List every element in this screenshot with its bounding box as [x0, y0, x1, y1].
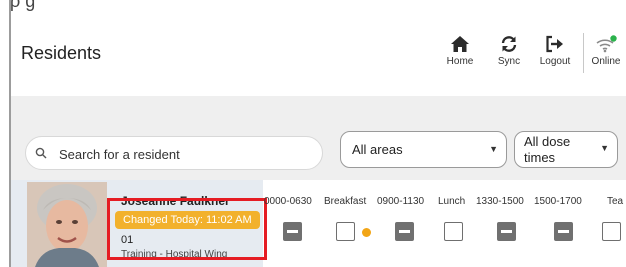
resident-row[interactable]: Joseanne Faulkner Changed Today: 11:02 A…	[11, 180, 626, 267]
home-label: Home	[446, 56, 474, 67]
search-input[interactable]: Search for a resident	[25, 136, 323, 170]
slot-label: Lunch	[438, 196, 466, 207]
search-placeholder: Search for a resident	[59, 147, 180, 162]
wifi-icon	[596, 35, 617, 53]
cropped-top-text: ρ g	[10, 0, 36, 11]
chevron-down-icon: ▼	[600, 143, 609, 153]
area-select[interactable]: All areas ▼	[340, 131, 507, 168]
online-dot	[610, 35, 617, 42]
sync-label: Sync	[497, 56, 521, 67]
slot-label: 1500-1700	[534, 196, 582, 207]
sync-button[interactable]: Sync	[487, 35, 531, 67]
slot-label: 1330-1500	[476, 196, 524, 207]
dose-pending-checkbox[interactable]	[336, 222, 355, 241]
avatar	[27, 182, 107, 267]
home-button[interactable]: Home	[438, 35, 482, 67]
residents-screen: ρ g Residents Home Sync Logout Online Se…	[0, 0, 626, 267]
logout-label: Logout	[539, 56, 571, 67]
logout-icon	[546, 35, 563, 53]
chevron-down-icon: ▼	[489, 144, 498, 154]
home-icon	[451, 36, 469, 52]
online-status[interactable]: Online	[586, 35, 626, 67]
dose-times-value-line2: times	[524, 150, 556, 165]
resident-photo	[27, 182, 107, 267]
slot-label: Breakfast	[324, 196, 367, 207]
pending-dot	[362, 228, 371, 237]
resident-info: Joseanne Faulkner Changed Today: 11:02 A…	[11, 180, 267, 267]
search-icon	[35, 147, 47, 159]
logout-button[interactable]: Logout	[533, 35, 577, 67]
slot-label: 0000-0630	[264, 196, 312, 207]
dose-given-checkbox[interactable]	[497, 222, 516, 241]
app-header: Residents Home Sync Logout Online	[11, 12, 626, 96]
dose-pending-checkbox[interactable]	[602, 222, 621, 241]
online-label: Online	[591, 56, 621, 67]
dose-pending-checkbox[interactable]	[444, 222, 463, 241]
dose-times-value-line1: All dose	[524, 134, 571, 149]
filter-bar: Search for a resident All areas ▼ All do…	[11, 96, 626, 180]
highlight-box	[107, 198, 267, 260]
dose-given-checkbox[interactable]	[395, 222, 414, 241]
page-title: Residents	[21, 43, 102, 63]
sync-icon	[501, 36, 517, 52]
slot-label: Tea	[607, 196, 624, 207]
area-select-value: All areas	[352, 142, 403, 157]
dose-given-checkbox[interactable]	[554, 222, 573, 241]
dose-times-select[interactable]: All dose times ▼	[514, 131, 618, 168]
slot-label: 0900-1130	[377, 196, 425, 207]
nav-divider	[583, 33, 584, 73]
dose-given-checkbox[interactable]	[283, 222, 302, 241]
